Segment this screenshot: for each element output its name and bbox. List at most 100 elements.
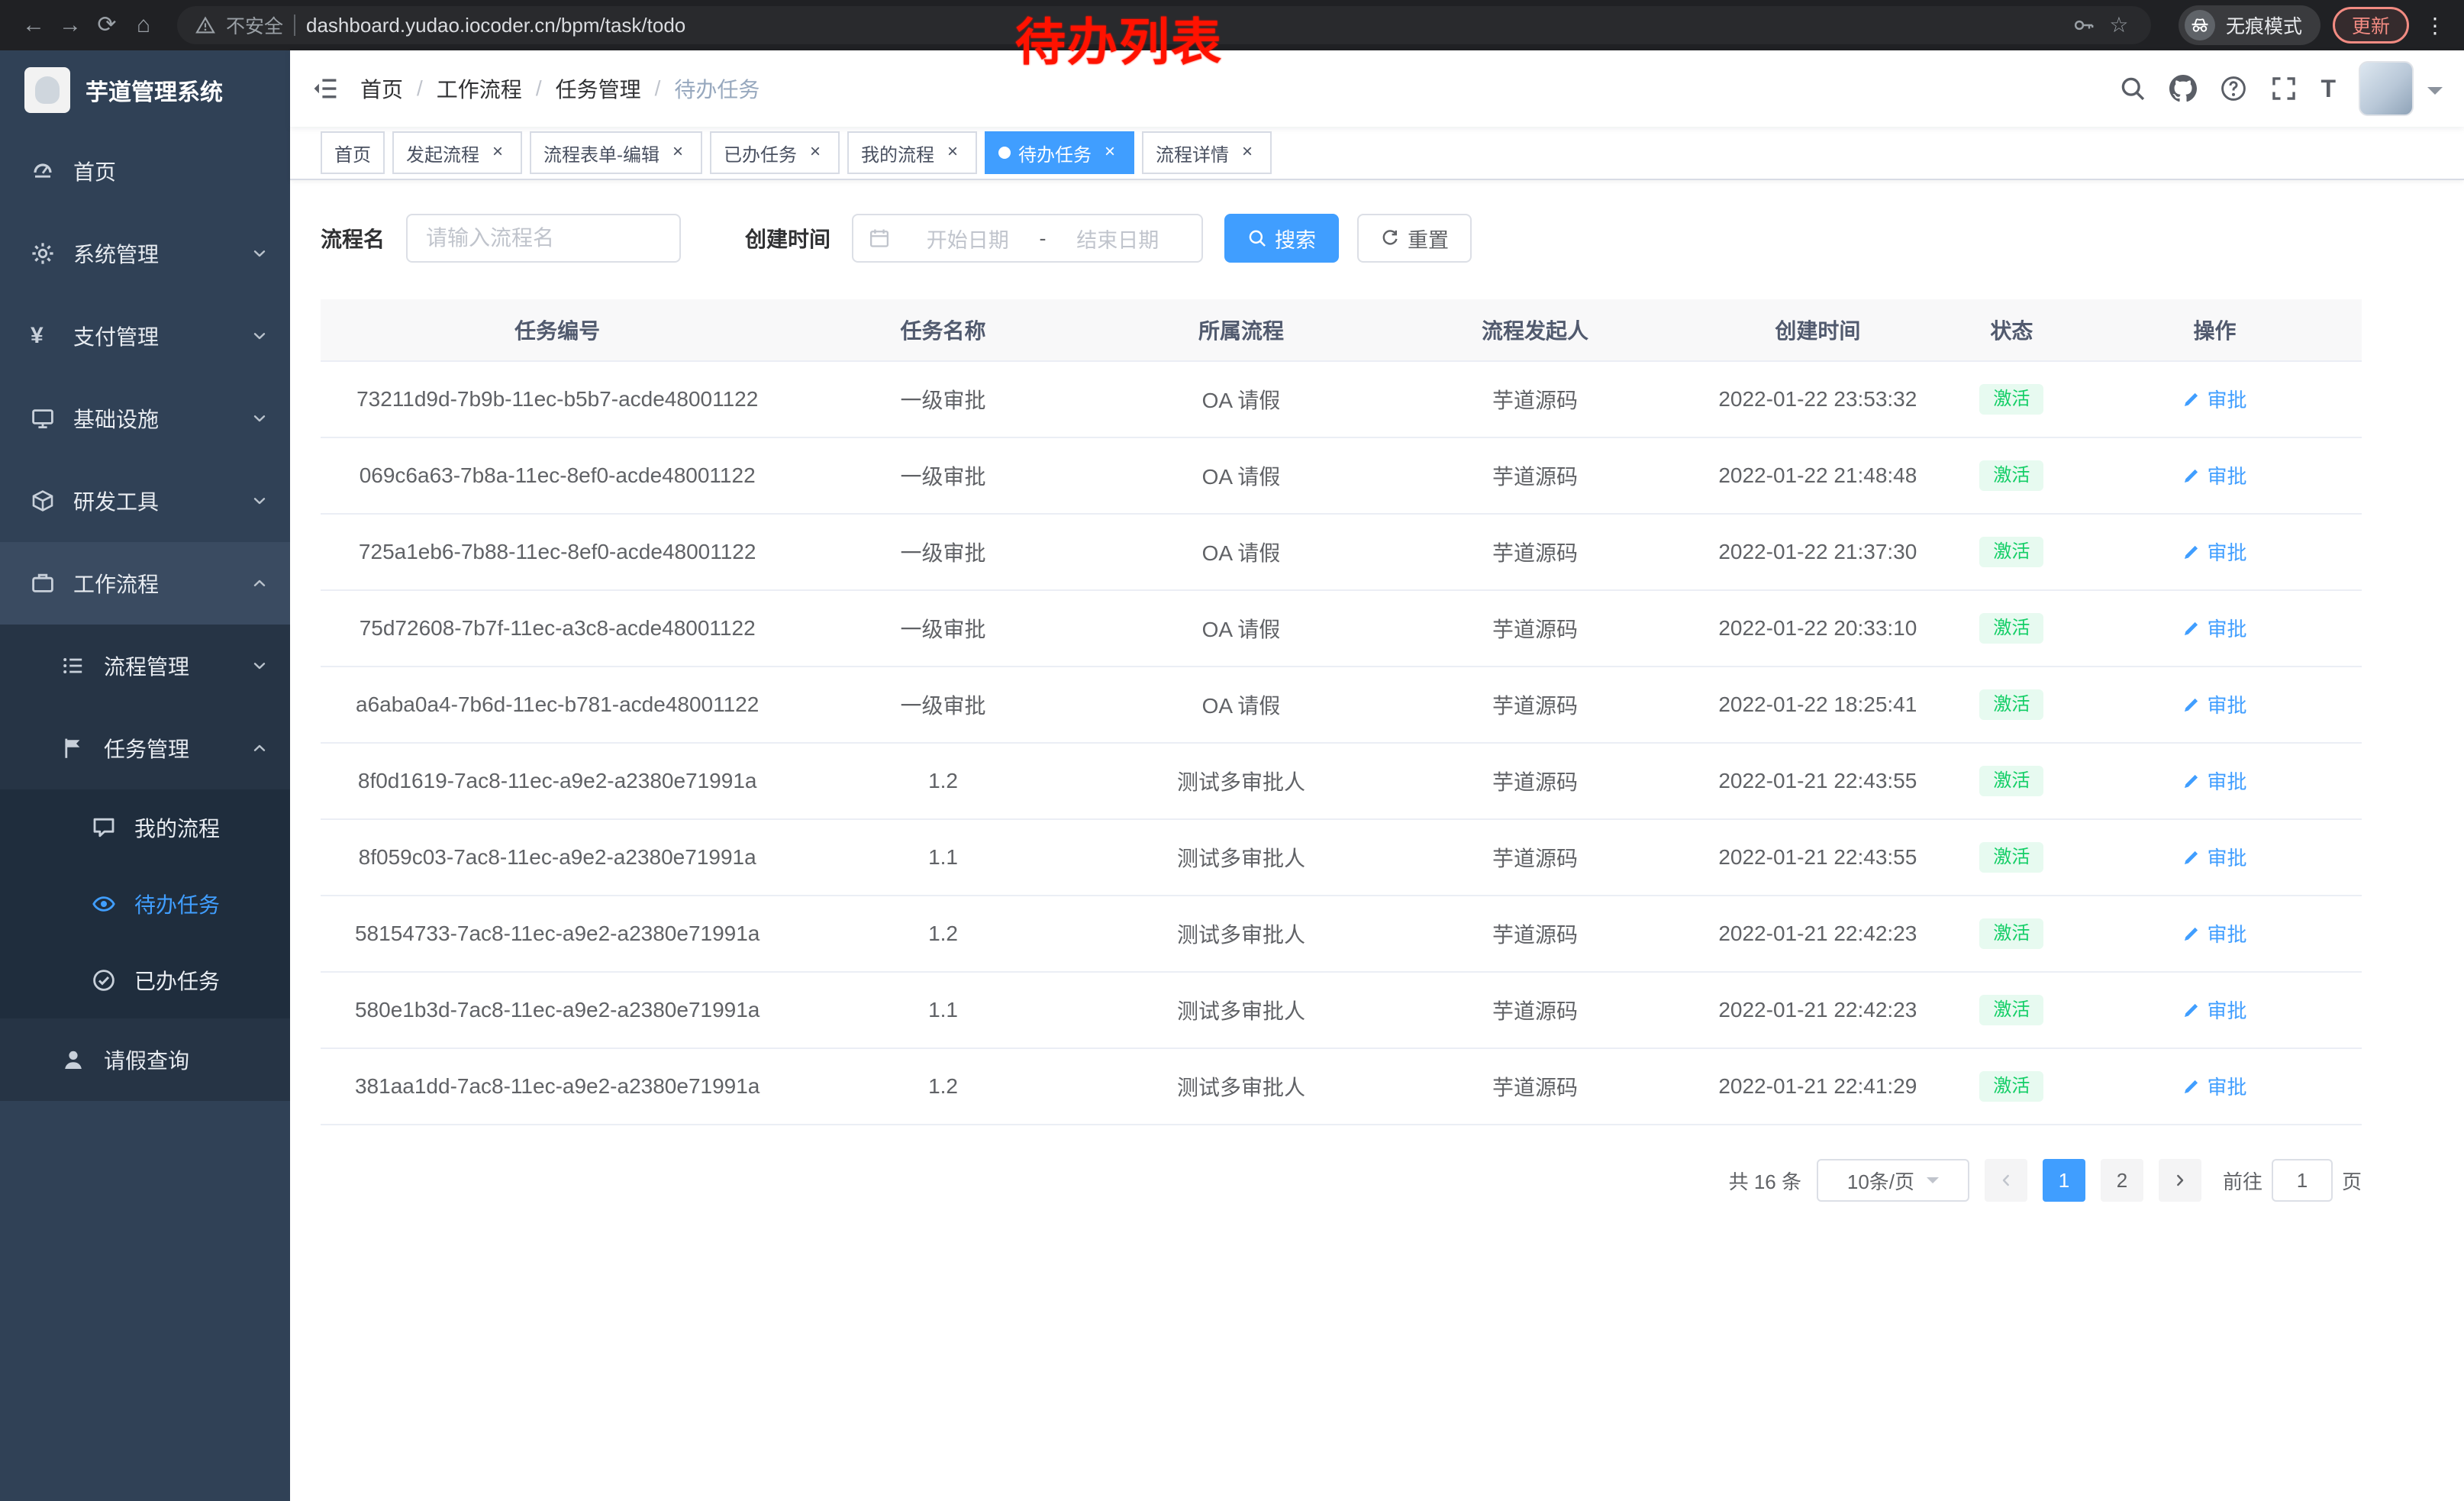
- logo[interactable]: 芋道管理系统: [0, 50, 290, 130]
- sidebar-item-payment-mgmt[interactable]: ¥ 支付管理: [0, 295, 290, 377]
- tab-label: 待办任务: [1018, 140, 1092, 166]
- search-button[interactable]: 搜索: [1224, 214, 1339, 263]
- sidebar-item-process-mgmt[interactable]: 流程管理: [0, 625, 290, 707]
- sidebar-collapse-icon[interactable]: [311, 75, 339, 102]
- approve-link[interactable]: 审批: [2182, 919, 2246, 947]
- cell-initiator: 芋道源码: [1390, 819, 1680, 896]
- date-range-picker[interactable]: 开始日期 - 结束日期: [852, 214, 1203, 263]
- cell-create-time: 2022-01-21 22:43:55: [1680, 819, 1956, 896]
- cell-create-time: 2022-01-22 18:25:41: [1680, 667, 1956, 743]
- approve-label: 审批: [2207, 996, 2246, 1024]
- approve-link[interactable]: 审批: [2182, 1072, 2246, 1100]
- next-page-button[interactable]: [2159, 1159, 2201, 1202]
- end-date-placeholder[interactable]: 结束日期: [1050, 224, 1187, 253]
- close-icon[interactable]: ×: [487, 142, 508, 163]
- tab-start-process[interactable]: 发起流程 ×: [392, 131, 522, 174]
- cell-actions: 审批: [2068, 514, 2362, 590]
- browser-reload-icon[interactable]: ⟳: [89, 0, 125, 50]
- page-size-value: 10条/页: [1847, 1167, 1914, 1195]
- omnibox-divider: [294, 15, 295, 36]
- sidebar-item-home[interactable]: 首页: [0, 130, 290, 212]
- process-name-input[interactable]: [406, 214, 681, 263]
- font-size-icon[interactable]: T: [2320, 75, 2336, 102]
- edit-icon: [2182, 696, 2201, 714]
- sidebar-item-task-mgmt[interactable]: 任务管理: [0, 707, 290, 789]
- fullscreen-icon[interactable]: [2270, 75, 2298, 102]
- password-key-icon[interactable]: [2073, 15, 2095, 36]
- approve-label: 审批: [2207, 461, 2246, 489]
- sidebar-item-done-tasks[interactable]: 已办任务: [0, 942, 290, 1018]
- close-icon[interactable]: ×: [1099, 142, 1121, 163]
- cell-initiator: 芋道源码: [1390, 361, 1680, 437]
- github-icon[interactable]: [2169, 75, 2197, 102]
- status-badge: 激活: [1979, 460, 2043, 491]
- breadcrumb-separator: /: [536, 76, 542, 101]
- browser-update-button[interactable]: 更新: [2333, 7, 2409, 44]
- breadcrumb-task-mgmt[interactable]: 任务管理: [556, 73, 641, 104]
- security-label[interactable]: 不安全: [226, 11, 283, 39]
- incognito-badge[interactable]: 无痕模式: [2179, 5, 2320, 45]
- browser-home-icon[interactable]: ⌂: [125, 0, 162, 50]
- sidebar-item-todo-tasks[interactable]: 待办任务: [0, 866, 290, 942]
- close-icon[interactable]: ×: [667, 142, 689, 163]
- tab-home[interactable]: 首页: [321, 131, 385, 174]
- page-size-select[interactable]: 10条/页: [1817, 1159, 1969, 1202]
- sidebar-item-system-mgmt[interactable]: 系统管理: [0, 212, 290, 295]
- cell-create-time: 2022-01-22 21:37:30: [1680, 514, 1956, 590]
- browser-menu-icon[interactable]: ⋮: [2421, 13, 2449, 38]
- page-button-1[interactable]: 1: [2043, 1159, 2085, 1202]
- goto-page-input[interactable]: [2272, 1159, 2333, 1202]
- avatar-caret-icon[interactable]: [2427, 87, 2443, 102]
- close-icon[interactable]: ×: [1237, 142, 1258, 163]
- prev-page-button[interactable]: [1985, 1159, 2027, 1202]
- browser-back-icon[interactable]: ←: [15, 0, 52, 50]
- cell-task-name: 一级审批: [794, 667, 1092, 743]
- approve-label: 审批: [2207, 843, 2246, 871]
- tab-todo-tasks[interactable]: 待办任务 ×: [985, 131, 1134, 174]
- close-icon[interactable]: ×: [942, 142, 963, 163]
- sidebar-item-my-process[interactable]: 我的流程: [0, 789, 290, 866]
- status-badge: 激活: [1979, 766, 2043, 796]
- sidebar-item-infrastructure[interactable]: 基础设施: [0, 377, 290, 460]
- search-icon[interactable]: [2119, 75, 2146, 102]
- table-row: 580e1b3d-7ac8-11ec-a9e2-a2380e71991a 1.1…: [321, 972, 2362, 1048]
- tab-process-detail[interactable]: 流程详情 ×: [1142, 131, 1272, 174]
- sidebar-item-dev-tools[interactable]: 研发工具: [0, 460, 290, 542]
- tab-form-edit[interactable]: 流程表单-编辑 ×: [530, 131, 702, 174]
- approve-link[interactable]: 审批: [2182, 767, 2246, 795]
- sidebar-item-leave-query[interactable]: 请假查询: [0, 1018, 290, 1101]
- cell-task-id: 58154733-7ac8-11ec-a9e2-a2380e71991a: [321, 896, 794, 972]
- approve-link[interactable]: 审批: [2182, 537, 2246, 566]
- approve-link[interactable]: 审批: [2182, 996, 2246, 1024]
- tab-done-tasks[interactable]: 已办任务 ×: [710, 131, 840, 174]
- url-text[interactable]: dashboard.yudao.iocoder.cn/bpm/task/todo: [306, 14, 685, 37]
- close-icon[interactable]: ×: [805, 142, 826, 163]
- start-date-placeholder[interactable]: 开始日期: [899, 224, 1037, 253]
- approve-link[interactable]: 审批: [2182, 461, 2246, 489]
- cell-initiator: 芋道源码: [1390, 972, 1680, 1048]
- sidebar-item-workflow[interactable]: 工作流程: [0, 542, 290, 625]
- breadcrumb-home[interactable]: 首页: [360, 73, 403, 104]
- page-button-2[interactable]: 2: [2101, 1159, 2143, 1202]
- bookmark-star-icon[interactable]: ☆: [2105, 0, 2133, 50]
- avatar[interactable]: [2359, 61, 2414, 116]
- breadcrumb-workflow[interactable]: 工作流程: [437, 73, 522, 104]
- task-icon: [61, 736, 85, 760]
- status-badge: 激活: [1979, 384, 2043, 415]
- breadcrumb-separator: /: [417, 76, 423, 101]
- tab-my-process[interactable]: 我的流程 ×: [847, 131, 977, 174]
- edit-icon: [2182, 848, 2201, 867]
- approve-link[interactable]: 审批: [2182, 690, 2246, 718]
- edit-icon: [2182, 390, 2201, 408]
- approve-link[interactable]: 审批: [2182, 614, 2246, 642]
- breadcrumb-separator: /: [655, 76, 661, 101]
- approve-label: 审批: [2207, 919, 2246, 947]
- help-icon[interactable]: [2220, 75, 2247, 102]
- tab-label: 发起流程: [406, 140, 479, 166]
- cell-process: OA 请假: [1092, 514, 1390, 590]
- process-list-icon: [61, 654, 85, 678]
- reset-button[interactable]: 重置: [1357, 214, 1472, 263]
- browser-forward-icon[interactable]: →: [52, 0, 89, 50]
- approve-link[interactable]: 审批: [2182, 843, 2246, 871]
- approve-link[interactable]: 审批: [2182, 385, 2246, 413]
